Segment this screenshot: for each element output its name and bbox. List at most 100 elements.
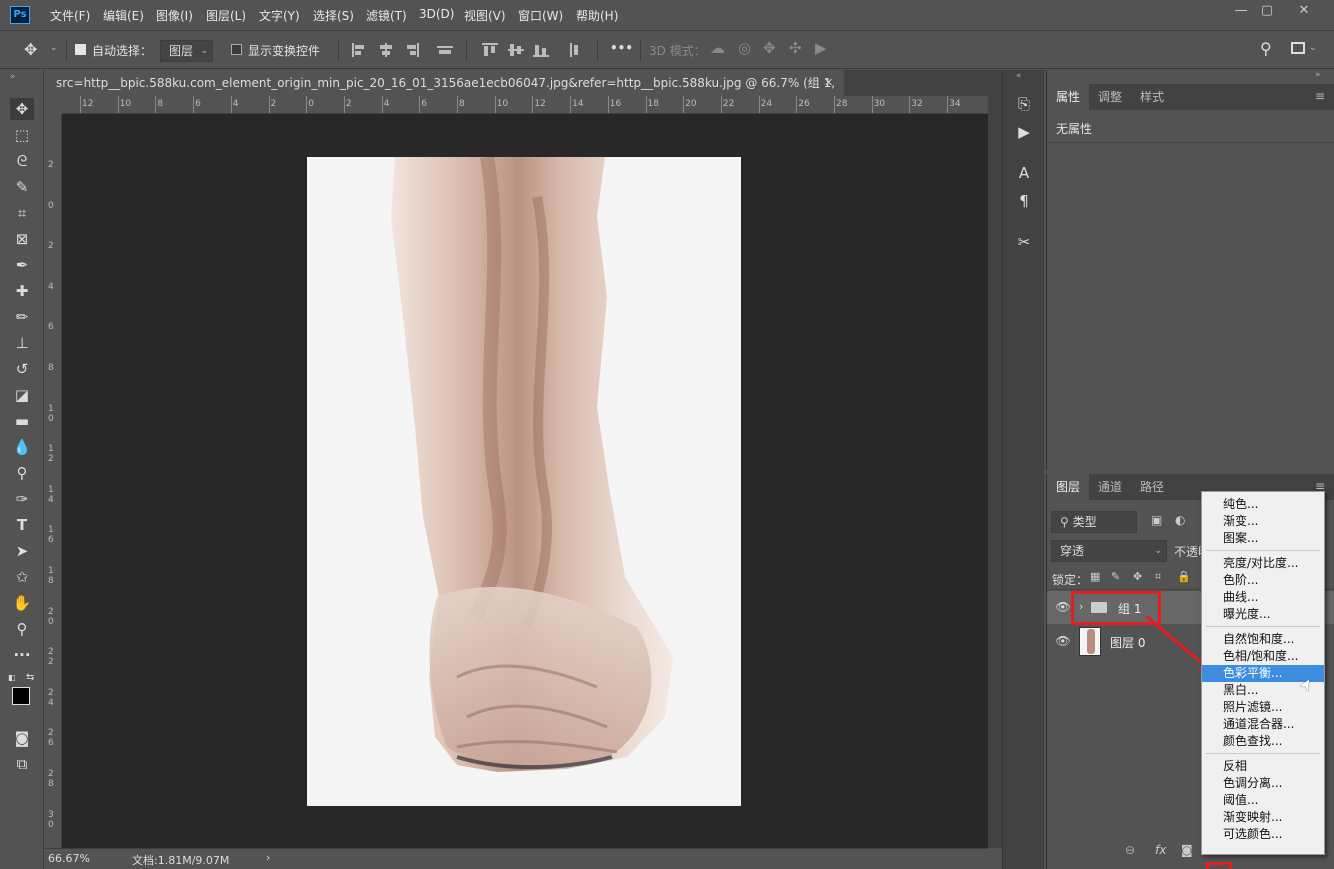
menu-file[interactable]: 文件(F) [50,7,90,24]
lasso-tool-icon[interactable]: ᘓ [10,150,34,172]
3d-pan-icon[interactable]: ✥ [763,39,776,57]
zoom-tool-icon[interactable]: ⚲ [10,618,34,640]
visibility-eye-icon[interactable]: 👁 [1055,591,1071,624]
move-tool-icon[interactable]: ✥ [10,98,34,120]
align-middle-v-icon[interactable] [508,43,524,57]
tab-channels[interactable]: 通道 [1089,474,1131,500]
screen-mode-icon[interactable]: ⧉ [10,753,34,775]
eraser-tool-icon[interactable]: ◪ [10,384,34,406]
history-brush-tool-icon[interactable]: ↺ [10,358,34,380]
menu-item[interactable]: 自然饱和度... [1202,631,1324,648]
menu-select[interactable]: 选择(S) [313,7,354,24]
distribute-v-icon[interactable] [567,43,583,57]
menu-item[interactable]: 颜色查找... [1202,733,1324,750]
menu-item[interactable]: 图案... [1202,530,1324,547]
dodge-tool-icon[interactable]: ⚲ [10,462,34,484]
layer-filter-dropdown[interactable]: ⚲ 类型 [1051,511,1137,533]
menu-item[interactable]: 渐变... [1202,513,1324,530]
3d-slide-icon[interactable]: ✣ [789,39,802,57]
auto-select-checkbox[interactable] [75,44,86,55]
chevron-down-icon[interactable]: ⌄ [1309,43,1317,53]
collapse-icon[interactable]: « [1016,71,1022,81]
vertical-scrollbar[interactable] [988,96,1002,848]
frame-tool-icon[interactable]: ⊠ [10,228,34,250]
fx-button[interactable]: fx [1155,843,1166,857]
align-top-icon[interactable] [482,43,498,57]
menu-edit[interactable]: 编辑(E) [103,7,144,24]
tool-presets-icon[interactable]: ✂ [1010,231,1038,253]
tab-styles[interactable]: 样式 [1131,84,1173,110]
chevron-down-icon[interactable]: ⌄ [50,43,58,53]
filter-pixel-icon[interactable]: ▣ [1151,513,1162,527]
distribute-icon[interactable] [437,43,453,57]
close-tab-icon[interactable]: ✕ [824,70,833,96]
menu-item[interactable]: 反相 [1202,758,1324,775]
collapse-icon[interactable]: » [1315,70,1321,80]
menu-item[interactable]: 可选颜色... [1202,826,1324,843]
add-mask-icon[interactable]: ◙ [1181,843,1193,857]
document-canvas[interactable] [307,157,741,806]
hand-tool-icon[interactable]: ✋ [10,592,34,614]
zoom-level[interactable]: 66.67% [48,852,90,865]
character-panel-icon[interactable]: A [1010,162,1038,184]
quick-select-tool-icon[interactable]: ✎ [10,176,34,198]
document-tab[interactable]: src=http__bpic.588ku.com_element_origin_… [44,70,844,116]
move-tool-icon[interactable]: ✥ [24,40,37,59]
tab-adjustments[interactable]: 调整 [1089,84,1131,110]
menu-item[interactable]: 曲线... [1202,589,1324,606]
quick-mask-icon[interactable]: ◙ [10,727,34,749]
tab-properties[interactable]: 属性 [1047,84,1090,110]
menu-item[interactable]: 亮度/对比度... [1202,555,1324,572]
menu-layer[interactable]: 图层(L) [206,7,246,24]
3d-orbit-icon[interactable]: ☁ [710,39,725,57]
visibility-eye-icon[interactable]: 👁 [1055,625,1071,658]
close-button[interactable]: ✕ [1290,0,1318,22]
menu-item[interactable]: 曝光度... [1202,606,1324,623]
menu-item[interactable]: 照片滤镜... [1202,699,1324,716]
status-menu-arrow[interactable]: › [266,851,270,864]
eyedropper-tool-icon[interactable]: ✒ [10,254,34,276]
link-layers-icon[interactable]: ⊖ [1125,843,1135,857]
align-center-h-icon[interactable] [378,43,394,57]
3d-roll-icon[interactable]: ◎ [738,39,751,57]
crop-tool-icon[interactable]: ⌗ [10,202,34,224]
menu-filter[interactable]: 滤镜(T) [366,7,407,24]
actions-panel-icon[interactable]: ▶ [1010,121,1038,143]
type-tool-icon[interactable]: T [10,514,34,536]
shape-tool-icon[interactable]: ✩ [10,566,34,588]
lock-position-icon[interactable]: ✥ [1133,570,1142,583]
gradient-tool-icon[interactable]: ▬ [10,410,34,432]
menu-help[interactable]: 帮助(H) [576,7,618,24]
menu-item[interactable]: 色相/饱和度... [1202,648,1324,665]
history-panel-icon[interactable]: ⎘ [1010,93,1038,115]
lock-artboard-icon[interactable]: ⌗ [1155,570,1161,584]
pen-tool-icon[interactable]: ✑ [10,488,34,510]
default-colors-icon[interactable]: ◧ [8,673,16,682]
healing-brush-tool-icon[interactable]: ✚ [10,280,34,302]
align-right-icon[interactable] [403,43,419,57]
tab-paths[interactable]: 路径 [1131,474,1173,500]
clone-stamp-tool-icon[interactable]: ⊥ [10,332,34,354]
maximize-button[interactable]: ▢ [1253,0,1281,22]
foreground-color-swatch[interactable] [12,687,30,705]
menu-item[interactable]: 色阶... [1202,572,1324,589]
swap-colors-icon[interactable]: ⇆ [26,672,34,683]
lock-image-icon[interactable]: ✎ [1111,570,1120,583]
menu-window[interactable]: 窗口(W) [518,7,563,24]
menu-item[interactable]: 色调分离... [1202,775,1324,792]
lock-all-icon[interactable]: 🔒 [1177,570,1191,583]
menu-type[interactable]: 文字(Y) [259,7,300,24]
collapse-icon[interactable]: » [10,72,16,82]
auto-select-target-dropdown[interactable]: 图层 ⌄ [160,40,213,62]
filter-adjustment-icon[interactable]: ◐ [1175,513,1185,527]
menu-item[interactable]: 渐变映射... [1202,809,1324,826]
show-transform-checkbox[interactable] [231,44,242,55]
tab-layers[interactable]: 图层 [1047,474,1090,500]
menu-view[interactable]: 视图(V) [464,7,506,24]
search-icon[interactable]: ⚲ [1260,39,1272,58]
menu-item[interactable]: 阈值... [1202,792,1324,809]
panel-menu-icon[interactable]: ≡ [1315,89,1325,103]
blur-tool-icon[interactable]: 💧 [10,436,34,458]
minimize-button[interactable]: — [1227,0,1255,22]
3d-scale-icon[interactable]: ▶ [815,39,827,57]
